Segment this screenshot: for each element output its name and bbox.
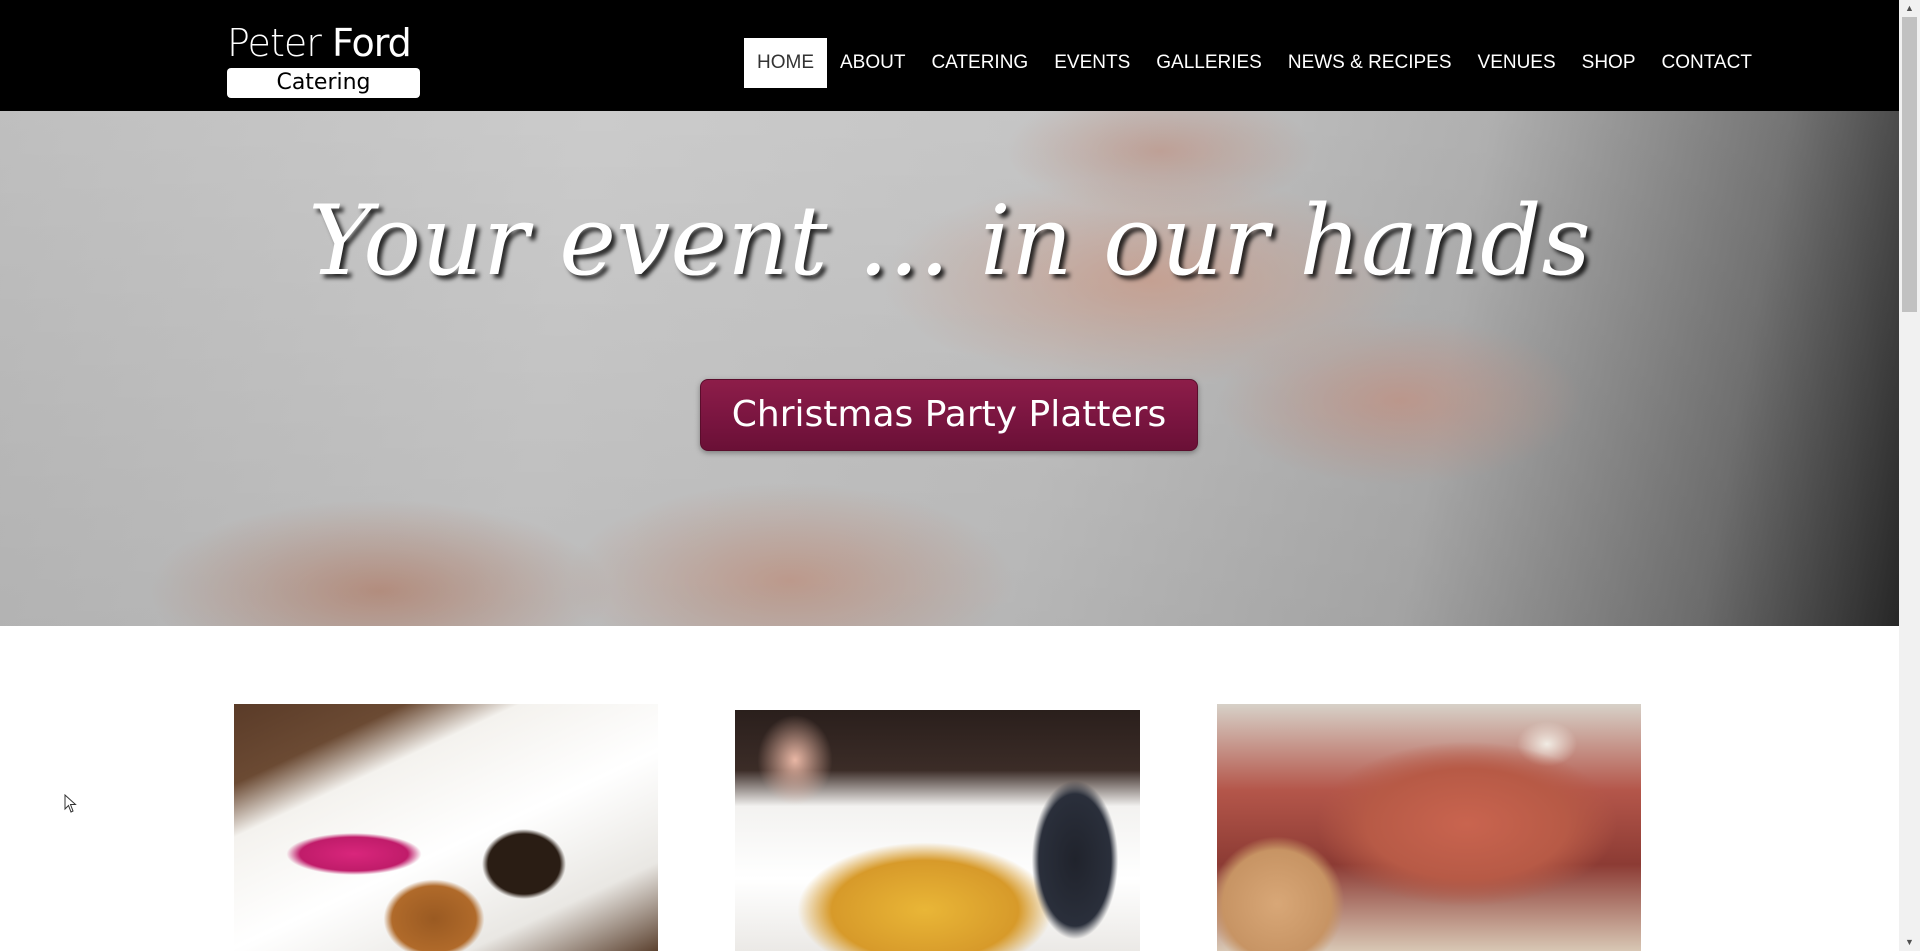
nav-shop[interactable]: SHOP [1569, 38, 1649, 88]
mouse-cursor-icon [64, 794, 77, 813]
nav-events[interactable]: EVENTS [1041, 38, 1143, 88]
scroll-up-arrow-icon[interactable]: ▲ [1899, 0, 1920, 17]
christmas-party-platters-button[interactable]: Christmas Party Platters [700, 379, 1198, 451]
nav-galleries[interactable]: GALLERIES [1143, 38, 1275, 88]
scrollbar-thumb[interactable] [1902, 17, 1917, 312]
page: Peter Ford Catering HOME ABOUT CATERING … [0, 0, 1899, 951]
main-navigation: HOME ABOUT CATERING EVENTS GALLERIES NEW… [744, 38, 1765, 88]
nav-venues[interactable]: VENUES [1465, 38, 1569, 88]
logo-tagline: Catering [227, 68, 420, 98]
hero-title: Your event ... in our hands [308, 185, 1591, 297]
nav-home[interactable]: HOME [744, 38, 827, 88]
site-logo[interactable]: Peter Ford Catering [227, 22, 422, 100]
nav-catering[interactable]: CATERING [918, 38, 1041, 88]
nav-about[interactable]: ABOUT [827, 38, 918, 88]
nav-news-recipes[interactable]: NEWS & RECIPES [1275, 38, 1465, 88]
seafood-platter-image[interactable] [1217, 704, 1641, 951]
logo-wordmark: Peter Ford [227, 22, 422, 64]
paella-dish-image[interactable] [735, 710, 1140, 951]
scroll-down-arrow-icon[interactable]: ▼ [1899, 934, 1920, 951]
food-plate-image[interactable] [234, 704, 658, 951]
hero-banner: Your event ... in our hands Christmas Pa… [0, 111, 1899, 626]
nav-contact[interactable]: CONTACT [1649, 38, 1765, 88]
logo-name-first: Peter [227, 21, 322, 65]
site-header: Peter Ford Catering HOME ABOUT CATERING … [0, 0, 1899, 111]
vertical-scrollbar[interactable]: ▲ ▼ [1899, 0, 1920, 951]
logo-name-last: Ford [331, 21, 412, 65]
